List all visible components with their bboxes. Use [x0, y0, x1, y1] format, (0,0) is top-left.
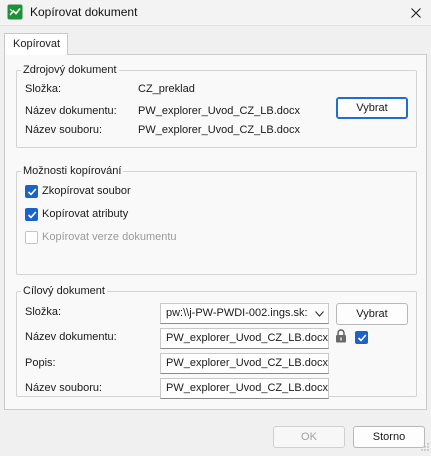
close-button[interactable]: [401, 0, 431, 26]
copy-versions-checkbox: [25, 231, 38, 244]
target-folder-select[interactable]: pw:\\j-PW-PWDI-002.ings.sk:: [160, 303, 329, 324]
target-document-legend: Cílový dokument: [23, 285, 105, 297]
window-title: Kopírovat dokument: [30, 5, 138, 19]
target-filename-label: Název souboru:: [25, 382, 103, 394]
target-folder-value: pw:\\j-PW-PWDI-002.ings.sk:: [166, 307, 308, 319]
lock-name-checkbox[interactable]: [355, 331, 368, 344]
tab-panel: Zdrojový dokument Složka: CZ_preklad Náz…: [4, 54, 427, 410]
copy-attributes-label[interactable]: Kopírovat atributy: [42, 208, 128, 220]
tab-label: Kopírovat: [13, 38, 61, 50]
source-select-button[interactable]: Vybrat: [336, 97, 408, 119]
source-docname-label: Název dokumentu:: [25, 105, 117, 117]
resize-grip-icon[interactable]: [421, 442, 429, 454]
target-description-value: PW_explorer_Uvod_CZ_LB.docx: [166, 357, 329, 369]
target-description-label: Popis:: [25, 357, 56, 369]
source-filename-value: PW_explorer_Uvod_CZ_LB.docx: [138, 124, 301, 136]
copy-options-legend: Možnosti kopírování: [23, 165, 122, 177]
target-folder-label: Složka:: [25, 306, 62, 318]
target-docname-input[interactable]: PW_explorer_Uvod_CZ_LB.docx: [160, 328, 329, 349]
title-bar: Kopírovat dokument: [0, 0, 431, 26]
source-folder-label: Složka:: [25, 83, 62, 95]
source-docname-value: PW_explorer_Uvod_CZ_LB.docx: [138, 105, 301, 117]
source-folder-value: CZ_preklad: [138, 83, 195, 95]
source-document-legend: Zdrojový dokument: [23, 64, 117, 76]
target-filename-input[interactable]: PW_explorer_Uvod_CZ_LB.docx: [160, 378, 329, 399]
tab-kopirovat[interactable]: Kopírovat: [4, 33, 68, 55]
checkmark-icon: [27, 211, 37, 219]
copy-versions-label: Kopírovat verze dokumentu: [42, 231, 177, 243]
checkmark-icon: [357, 334, 367, 342]
target-description-input[interactable]: PW_explorer_Uvod_CZ_LB.docx: [160, 353, 329, 374]
app-icon: [7, 4, 23, 20]
copy-attributes-checkbox[interactable]: [25, 208, 38, 221]
copy-options-group: Možnosti kopírování: [16, 165, 417, 275]
source-filename-label: Název souboru:: [25, 124, 103, 136]
copy-file-checkbox[interactable]: [25, 185, 38, 198]
close-icon: [411, 8, 421, 18]
chevron-down-icon: [315, 311, 324, 317]
target-filename-value: PW_explorer_Uvod_CZ_LB.docx: [166, 382, 329, 394]
cancel-button[interactable]: Storno: [353, 426, 425, 448]
ok-button[interactable]: OK: [273, 426, 345, 448]
target-docname-value: PW_explorer_Uvod_CZ_LB.docx: [166, 332, 329, 344]
checkmark-icon: [27, 188, 37, 196]
target-select-button[interactable]: Vybrat: [336, 303, 408, 325]
copy-file-label[interactable]: Zkopírovat soubor: [42, 185, 131, 197]
target-docname-label: Název dokumentu:: [25, 331, 117, 343]
lock-icon: [335, 329, 347, 346]
